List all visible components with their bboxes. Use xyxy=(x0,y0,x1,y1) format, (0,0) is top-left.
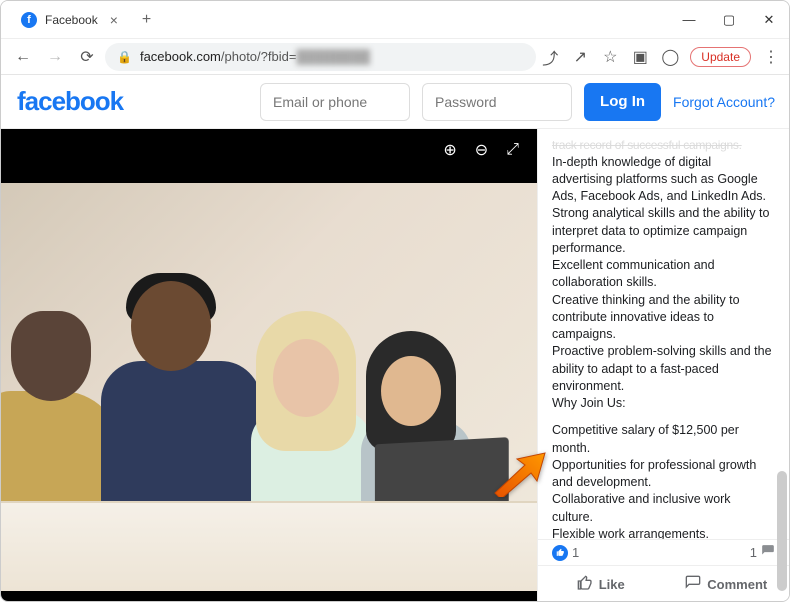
reload-button[interactable]: ⟳ xyxy=(73,43,101,71)
post-line: Competitive salary of $12,500 per month. xyxy=(552,422,775,457)
forward-button[interactable]: → xyxy=(41,43,69,71)
photo-controls: ⊕ ⊖ ⤢ xyxy=(1,129,537,171)
like-reaction-icon xyxy=(552,545,568,561)
lock-icon: 🔒 xyxy=(117,50,132,64)
zoom-out-icon[interactable]: ⊖ xyxy=(475,140,488,160)
post-text: track record of successful campaigns. In… xyxy=(538,129,789,539)
toolbar-icons: ⤴ ↗ ☆ ▣ ◯ Update ⋮ xyxy=(540,47,781,67)
forgot-account-link[interactable]: Forgot Account? xyxy=(673,94,775,110)
comment-count: 1 xyxy=(750,545,757,560)
post-line: Flexible work arrangements. xyxy=(552,526,775,539)
back-button[interactable]: ← xyxy=(9,43,37,71)
browser-tab[interactable]: f Facebook × xyxy=(9,3,130,37)
reaction-bar: 1 1 xyxy=(538,539,789,565)
address-bar[interactable]: 🔒 facebook.com/photo/?fbid=████████ xyxy=(105,43,536,71)
profile-icon[interactable]: ◯ xyxy=(660,47,680,67)
password-field[interactable]: Password xyxy=(422,83,572,121)
facebook-header: facebook Email or phone Password Log In … xyxy=(1,75,789,129)
post-line: Creative thinking and the ability to con… xyxy=(552,292,775,344)
post-line: In-depth knowledge of digital advertisin… xyxy=(552,154,775,206)
update-button[interactable]: Update xyxy=(690,47,751,67)
post-heading: Why Join Us: xyxy=(552,395,775,412)
minimize-button[interactable]: — xyxy=(669,5,709,35)
comment-label: Comment xyxy=(707,577,767,592)
window-close-button[interactable]: ✕ xyxy=(749,5,789,35)
share-icon[interactable]: ↗ xyxy=(570,47,590,67)
photo-viewer: ⊕ ⊖ ⤢ xyxy=(1,129,537,602)
like-count: 1 xyxy=(572,545,579,560)
post-side-panel: track record of successful campaigns. In… xyxy=(537,129,789,602)
url-text: facebook.com/photo/?fbid=████████ xyxy=(140,49,370,64)
facebook-favicon-icon: f xyxy=(21,12,37,28)
like-button[interactable]: Like xyxy=(538,566,664,602)
email-field[interactable]: Email or phone xyxy=(260,83,410,121)
tab-close-icon[interactable]: × xyxy=(110,12,118,28)
post-line: Opportunities for professional growth an… xyxy=(552,457,775,492)
post-cutoff-line: track record of successful campaigns. xyxy=(552,137,775,154)
zoom-in-icon[interactable]: ⊕ xyxy=(443,140,456,160)
scrollbar[interactable] xyxy=(777,75,787,595)
comment-summary[interactable]: 1 xyxy=(750,544,775,561)
post-line: Strong analytical skills and the ability… xyxy=(552,205,775,257)
post-line: Excellent communication and collaboratio… xyxy=(552,257,775,292)
comment-icon xyxy=(685,575,701,595)
reaction-summary[interactable]: 1 xyxy=(552,545,579,561)
browser-toolbar: ← → ⟳ 🔒 facebook.com/photo/?fbid=███████… xyxy=(1,39,789,75)
new-tab-button[interactable]: + xyxy=(136,9,157,31)
extensions-icon[interactable]: ▣ xyxy=(630,47,650,67)
fullscreen-icon[interactable]: ⤢ xyxy=(506,141,519,159)
annotation-arrow-icon xyxy=(491,451,547,502)
thumbs-up-icon xyxy=(577,575,593,595)
tab-title: Facebook xyxy=(45,13,98,27)
comment-button[interactable]: Comment xyxy=(664,566,790,602)
photo-image xyxy=(1,183,537,590)
bookmark-star-icon[interactable]: ☆ xyxy=(600,47,620,67)
titlebar: f Facebook × + — ▢ ✕ xyxy=(1,1,789,39)
like-label: Like xyxy=(599,577,625,592)
action-bar: Like Comment xyxy=(538,565,789,602)
maximize-button[interactable]: ▢ xyxy=(709,5,749,35)
post-line: Proactive problem-solving skills and the… xyxy=(552,343,775,395)
window-controls: — ▢ ✕ xyxy=(669,5,789,35)
install-icon[interactable]: ⤴ xyxy=(540,47,560,67)
post-line: Collaborative and inclusive work culture… xyxy=(552,491,775,526)
scrollbar-thumb[interactable] xyxy=(777,471,787,591)
comment-count-icon xyxy=(761,544,775,561)
menu-kebab-icon[interactable]: ⋮ xyxy=(761,47,781,67)
login-button[interactable]: Log In xyxy=(584,83,661,121)
photo-area[interactable] xyxy=(1,171,537,602)
facebook-logo[interactable]: facebook xyxy=(17,86,123,117)
